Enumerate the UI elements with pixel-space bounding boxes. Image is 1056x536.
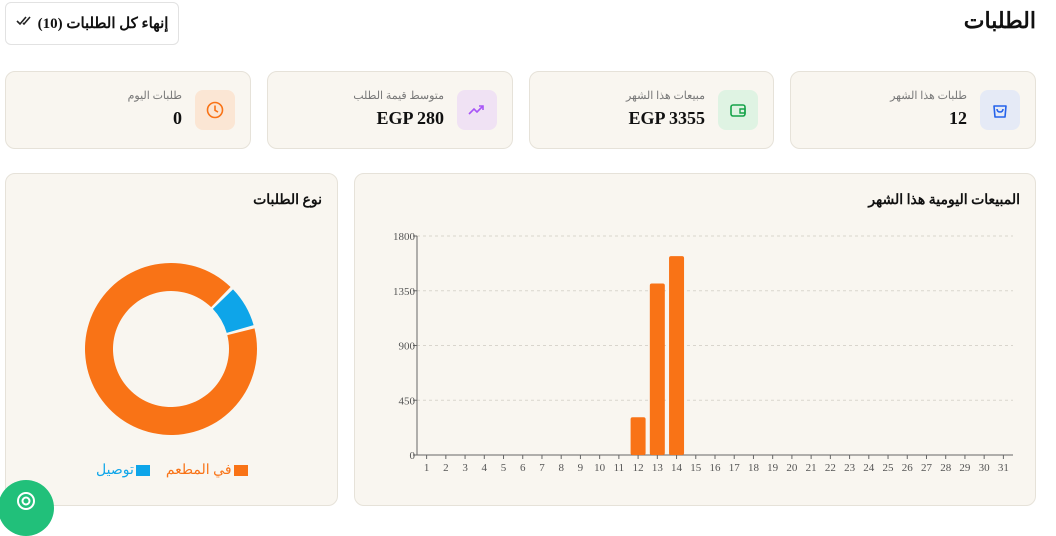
bar-day-12	[630, 417, 646, 455]
daily-sales-panel: المبيعات اليومية هذا الشهر 0 450 900 1350 18…	[354, 173, 1036, 506]
x-tick-label: 3	[462, 462, 468, 474]
support-icon	[15, 490, 37, 517]
x-tick-label: 29	[959, 462, 971, 474]
clock-icon	[195, 90, 235, 130]
x-tick-label: 27	[921, 462, 933, 474]
x-tick-label: 9	[578, 462, 584, 474]
x-tick-label: 21	[806, 462, 817, 474]
x-tick-label: 17	[729, 462, 741, 474]
double-check-icon	[16, 15, 32, 32]
y-tick-label: 1350	[393, 286, 416, 298]
x-tick-label: 16	[710, 462, 722, 474]
daily-sales-chart: 0450900135018001 2 3 4 5 6 7 8 9 10 11 12 13 14 15 16 17…	[393, 231, 1013, 474]
stat-value: EGP 3355	[628, 108, 705, 128]
legend-swatch-dine-in	[233, 465, 248, 476]
x-tick-label: 7	[539, 462, 545, 474]
legend-label-delivery: توصيل	[96, 463, 134, 478]
legend-swatch-delivery	[135, 465, 150, 476]
x-tick-label: 1	[424, 462, 430, 474]
x-tick-label: 2	[443, 462, 449, 474]
support-fab-button[interactable]	[0, 480, 54, 536]
x-tick-label: 15	[690, 462, 702, 474]
wallet-icon	[718, 90, 758, 130]
x-tick-label: 11	[614, 462, 625, 474]
x-tick-label: 19	[767, 462, 779, 474]
y-tick-label: 0	[410, 450, 416, 462]
x-tick-label: 10	[594, 462, 606, 474]
y-tick-label: 450	[399, 395, 416, 407]
finish-all-orders-button[interactable]: إنهاء كل الطلبات (10)	[5, 2, 179, 45]
x-tick-label: 6	[520, 462, 526, 474]
x-tick-label: 18	[748, 462, 760, 474]
order-type-panel: نوع الطلبات	[5, 173, 338, 506]
trending-up-icon	[457, 90, 497, 130]
x-tick-label: 5	[501, 462, 507, 474]
y-tick-label: 1800	[393, 231, 416, 243]
stat-value: 12	[949, 108, 967, 128]
bar-day-13	[649, 283, 665, 455]
stat-label: طلبات اليوم	[127, 90, 182, 102]
x-tick-label: 8	[558, 462, 564, 474]
x-tick-label: 14	[671, 462, 683, 474]
stat-label: طلبات هذا الشهر	[890, 90, 967, 102]
x-tick-label: 25	[883, 462, 895, 474]
stat-label: مبيعات هذا الشهر	[625, 90, 705, 102]
x-tick-label: 13	[652, 462, 664, 474]
y-tick-label: 900	[399, 341, 416, 353]
legend-label-dine-in: في المطعم	[165, 463, 232, 478]
x-tick-label: 30	[979, 462, 991, 474]
order-type-legend: في المطعم توصيل	[96, 462, 248, 479]
stat-card-month-orders: طلبات هذا الشهر 12	[790, 71, 1036, 149]
x-tick-label: 20	[786, 462, 798, 474]
bar-day-14	[669, 256, 685, 455]
stat-card-avg-order: متوسط قيمة الطلب EGP 280	[267, 71, 513, 149]
legend-item-dine-in[interactable]: في المطعم	[166, 462, 248, 479]
x-tick-label: 31	[998, 462, 1009, 474]
stat-label: متوسط قيمة الطلب	[353, 90, 444, 102]
x-tick-label: 4	[482, 462, 488, 474]
x-tick-label: 12	[633, 462, 644, 474]
slice-0	[84, 263, 258, 435]
x-tick-label: 26	[902, 462, 914, 474]
stat-value: EGP 280	[376, 108, 444, 128]
page-title: الطلبات	[963, 8, 1036, 33]
stat-card-today-orders: طلبات اليوم 0	[5, 71, 251, 149]
x-tick-label: 24	[863, 462, 875, 474]
stat-value: 0	[173, 108, 182, 128]
finish-all-label: إنهاء كل الطلبات (10)	[37, 16, 169, 32]
legend-item-delivery[interactable]: توصيل	[96, 462, 150, 479]
x-tick-label: 28	[940, 462, 952, 474]
shopping-bag-icon	[980, 90, 1020, 130]
x-tick-label: 23	[844, 462, 856, 474]
x-tick-label: 22	[825, 462, 836, 474]
stat-card-month-sales: مبيعات هذا الشهر EGP 3355	[529, 71, 774, 149]
order-type-chart	[84, 263, 258, 435]
